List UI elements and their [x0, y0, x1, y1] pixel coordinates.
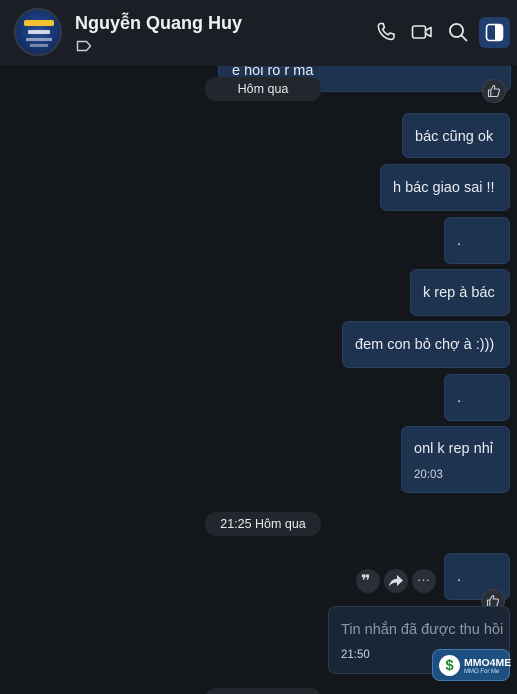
message-time: 21:50: [341, 649, 370, 661]
time-separator: 21:25 Hôm qua: [205, 512, 321, 536]
message-bubble[interactable]: h bác giao sai !!: [380, 164, 510, 211]
chat-header: Nguyễn Quang Huy: [0, 0, 517, 67]
avatar-graphic-line: [28, 30, 50, 34]
dollar-coin-icon: $: [439, 655, 460, 676]
forward-icon: [389, 575, 403, 587]
tag-icon[interactable]: [76, 40, 92, 52]
message-bubble[interactable]: k rep à bác: [410, 269, 510, 316]
contact-name[interactable]: Nguyễn Quang Huy: [75, 13, 242, 34]
watermark-logo: $ MMO4ME MMO For Me: [432, 649, 512, 681]
message-text: .: [457, 390, 462, 406]
message-time: 20:03: [414, 469, 443, 481]
avatar-graphic-line: [30, 44, 48, 47]
message-text: bác cũng ok: [415, 129, 494, 145]
message-text: .: [457, 233, 462, 249]
watermark-subtitle: MMO For Me: [464, 669, 500, 675]
panel-toggle-button[interactable]: [479, 17, 510, 48]
quote-button[interactable]: ❞: [356, 569, 380, 593]
message-bubble[interactable]: .: [444, 217, 510, 264]
message-text: h bác giao sai !!: [393, 180, 495, 196]
message-text: onl k rep nhỉ: [414, 441, 493, 457]
recalled-message-text: Tin nhắn đã được thu hồi: [341, 622, 504, 638]
message-bubble[interactable]: onl k rep nhỉ 20:03: [401, 426, 510, 493]
date-separator-partial: [205, 688, 321, 694]
video-call-icon[interactable]: [410, 20, 434, 44]
like-reaction-button[interactable]: [482, 79, 506, 103]
forward-button[interactable]: [384, 569, 408, 593]
message-bubble[interactable]: .: [444, 374, 510, 421]
message-bubble[interactable]: đem con bỏ chợ à :))): [342, 321, 510, 368]
quote-icon: ❞: [361, 573, 371, 590]
message-list[interactable]: e hỏi rõ r mà Hôm qua bác cũng ok h bác …: [0, 66, 517, 694]
panel-toggle-icon: [485, 23, 504, 42]
avatar-graphic: [24, 20, 54, 26]
date-separator: Hôm qua: [205, 77, 321, 101]
search-icon[interactable]: [446, 20, 470, 44]
avatar-graphic-line: [26, 38, 52, 41]
message-text: đem con bỏ chợ à :))): [355, 337, 495, 353]
contact-avatar[interactable]: [14, 8, 62, 56]
more-icon: ···: [417, 572, 430, 587]
watermark-brand: MMO4ME: [464, 657, 512, 669]
message-bubble[interactable]: bác cũng ok: [402, 113, 510, 158]
message-text: k rep à bác: [423, 285, 495, 301]
message-text: .: [457, 569, 462, 585]
call-icon[interactable]: [374, 20, 398, 44]
more-options-button[interactable]: ···: [412, 569, 436, 593]
thumbs-up-icon: [487, 84, 501, 98]
